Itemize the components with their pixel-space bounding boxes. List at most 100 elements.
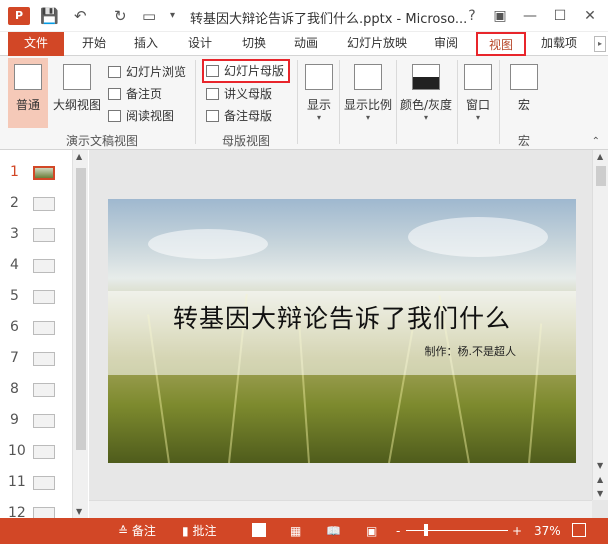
notes-button[interactable]: ≙ 备注 xyxy=(118,522,156,540)
scroll-up-icon[interactable]: ▲ xyxy=(597,152,608,161)
tabs-scroll-right-icon[interactable]: ▸ xyxy=(594,36,606,52)
tab-addins[interactable]: 加载项 xyxy=(536,32,582,56)
thumbnail-number: 9 xyxy=(10,412,19,428)
zoom-out-button[interactable]: - xyxy=(396,522,400,540)
minimize-button[interactable]: — xyxy=(520,6,540,26)
group-divider xyxy=(396,60,397,144)
thumbnail-number: 6 xyxy=(10,319,19,335)
tab-review[interactable]: 审阅 xyxy=(428,32,464,56)
tab-transitions[interactable]: 切换 xyxy=(236,32,272,56)
slide-master-label: 幻灯片母版 xyxy=(224,64,285,78)
scroll-down-icon[interactable]: ▼ xyxy=(76,507,82,516)
normal-view-label: 普通 xyxy=(15,98,40,112)
fit-to-window-icon[interactable] xyxy=(572,523,586,537)
zoom-percent[interactable]: 37% xyxy=(534,522,561,540)
outline-view-icon xyxy=(63,64,91,90)
help-button[interactable]: ? xyxy=(462,6,482,26)
zoom-slider-handle[interactable] xyxy=(424,524,428,536)
notes-page-button[interactable]: 备注页 xyxy=(106,84,162,104)
ribbon-tabs: 文件 开始 插入 设计 切换 动画 幻灯片放映 审阅 视图 加载项 ▸ xyxy=(0,32,608,56)
zoom-dropdown-icon: ▾ xyxy=(365,113,370,122)
tab-animations[interactable]: 动画 xyxy=(288,32,324,56)
reading-view-label: 阅读视图 xyxy=(126,109,175,123)
ribbon-display-button[interactable]: ▣ xyxy=(490,6,510,26)
comment-icon: ▮ xyxy=(182,524,189,538)
normal-view-icon xyxy=(14,64,42,90)
scrollbar-thumb[interactable] xyxy=(76,168,86,450)
color-grayscale-button[interactable]: 颜色/灰度 ▾ xyxy=(398,58,454,128)
thumbnail-number: 3 xyxy=(10,226,19,242)
present-icon[interactable]: ▭ xyxy=(142,6,156,26)
status-bar: ≙ 备注 ▮ 批注 ▦ 📖 ▣ - + 37% xyxy=(0,518,608,544)
tab-home[interactable]: 开始 xyxy=(76,32,112,56)
reading-view-status-icon[interactable]: 📖 xyxy=(326,522,341,540)
thumbnail-item[interactable]: 10 xyxy=(0,437,72,467)
normal-view-button[interactable]: 普通 xyxy=(8,58,48,128)
thumbnail-item[interactable]: 9 xyxy=(0,406,72,436)
slide-sorter-icon xyxy=(108,66,121,78)
comments-button[interactable]: ▮ 批注 xyxy=(182,522,216,540)
horizontal-scrollbar[interactable] xyxy=(89,500,592,518)
notes-page-icon xyxy=(108,88,121,100)
group-divider xyxy=(339,60,340,144)
scrollbar-thumb[interactable] xyxy=(596,166,606,186)
scroll-up-icon[interactable]: ▲ xyxy=(76,152,82,161)
redo-icon[interactable]: ↻ xyxy=(114,6,127,26)
zoom-in-button[interactable]: + xyxy=(512,522,522,540)
close-button[interactable]: ✕ xyxy=(580,6,600,26)
thumbnail-item[interactable]: 3 xyxy=(0,220,72,250)
thumbnail-item[interactable]: 12 xyxy=(0,499,72,518)
save-icon[interactable]: 💾 xyxy=(40,6,59,26)
handout-master-button[interactable]: 讲义母版 xyxy=(204,84,272,104)
thumbnail-image xyxy=(33,383,55,397)
slide-title[interactable]: 转基因大辩论告诉了我们什么 xyxy=(108,299,576,335)
thumbnail-item[interactable]: 11 xyxy=(0,468,72,498)
thumbnail-image xyxy=(33,414,55,428)
thumbnail-item[interactable]: 2 xyxy=(0,189,72,219)
tab-design[interactable]: 设计 xyxy=(182,32,218,56)
tab-view[interactable]: 视图 xyxy=(476,32,526,56)
master-views-group-label: 母版视图 xyxy=(222,134,271,148)
thumbnail-item[interactable]: 1 xyxy=(0,158,72,188)
slide-scrollbar[interactable]: ▲ ▼ ▲ ▼ xyxy=(592,150,608,500)
thumbnail-number: 10 xyxy=(8,443,26,459)
undo-icon[interactable]: ↶ xyxy=(74,6,87,26)
thumbnail-item[interactable]: 5 xyxy=(0,282,72,312)
zoom-button[interactable]: 显示比例 ▾ xyxy=(342,58,394,128)
slide-master-icon xyxy=(206,65,219,77)
slide-subtitle[interactable]: 制作：杨.不是超人 xyxy=(425,343,517,359)
slide-sorter-button[interactable]: 幻灯片浏览 xyxy=(106,62,186,82)
window-icon xyxy=(464,64,492,90)
collapse-ribbon-icon[interactable]: ⌃ xyxy=(592,136,600,147)
zoom-slider[interactable] xyxy=(406,530,508,531)
notes-master-button[interactable]: 备注母版 xyxy=(204,106,272,126)
thumbnail-item[interactable]: 7 xyxy=(0,344,72,374)
show-button[interactable]: 显示 ▾ xyxy=(302,58,336,128)
thumbnail-image xyxy=(33,259,55,273)
thumbnail-number: 11 xyxy=(8,474,26,490)
customize-icon[interactable]: ▾ xyxy=(170,6,175,26)
scroll-down-icon[interactable]: ▼ xyxy=(597,461,603,470)
current-slide[interactable]: 转基因大辩论告诉了我们什么 制作：杨.不是超人 xyxy=(108,199,576,463)
thumbnail-number: 5 xyxy=(10,288,19,304)
slide-sorter-status-icon[interactable]: ▦ xyxy=(290,522,301,540)
thumbnail-scrollbar[interactable]: ▲ ▼ xyxy=(72,150,88,518)
tab-file[interactable]: 文件 xyxy=(8,32,64,56)
comments-label: 批注 xyxy=(192,524,217,538)
tab-slideshow[interactable]: 幻灯片放映 xyxy=(342,32,412,56)
next-slide-icon[interactable]: ▼ xyxy=(597,489,603,498)
tab-insert[interactable]: 插入 xyxy=(128,32,164,56)
maximize-button[interactable]: ☐ xyxy=(550,6,570,26)
outline-view-button[interactable]: 大纲视图 xyxy=(52,58,102,128)
slide-master-button[interactable]: 幻灯片母版 xyxy=(202,59,291,83)
thumbnail-number: 1 xyxy=(10,164,19,180)
thumbnail-item[interactable]: 6 xyxy=(0,313,72,343)
macros-button[interactable]: 宏 xyxy=(506,58,542,128)
slideshow-status-icon[interactable]: ▣ xyxy=(366,522,377,540)
window-button[interactable]: 窗口 ▾ xyxy=(460,58,496,128)
normal-view-status-icon[interactable] xyxy=(252,523,266,537)
previous-slide-icon[interactable]: ▲ xyxy=(597,475,603,484)
thumbnail-item[interactable]: 8 xyxy=(0,375,72,405)
reading-view-button[interactable]: 阅读视图 xyxy=(106,106,174,126)
thumbnail-item[interactable]: 4 xyxy=(0,251,72,281)
